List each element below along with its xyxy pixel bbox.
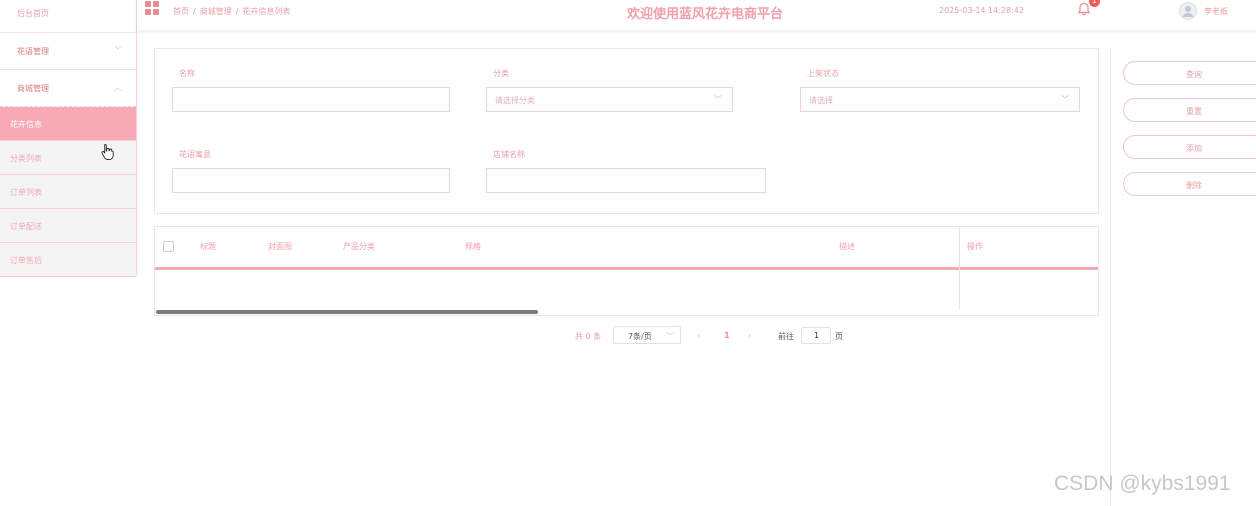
username[interactable]: 李老板	[1204, 6, 1228, 17]
sidebar-item-label: 订单售后	[10, 256, 42, 265]
chevron-up-icon: ︿	[114, 83, 122, 92]
shop-label: 店铺名称	[493, 150, 525, 159]
page-size-select[interactable]: 7条/页 ﹀	[613, 326, 681, 344]
goto-unit-label: 页	[835, 332, 843, 341]
select-all-checkbox[interactable]	[163, 241, 174, 252]
status-label: 上架状态	[807, 69, 839, 78]
status-select[interactable]: 请选择 ﹀	[800, 87, 1080, 112]
breadcrumb-current: 花卉信息列表	[242, 7, 291, 16]
sidebar-item-label: 订单列表	[10, 188, 42, 197]
hand-cursor-icon	[101, 144, 114, 161]
name-label: 名称	[179, 69, 195, 78]
sidebar-item-flower-info[interactable]: 花卉信息	[0, 107, 136, 141]
sidebar-menu-flower-language[interactable]: 花语管理 ﹀	[0, 32, 136, 70]
sidebar-menu-label: 商城管理	[17, 84, 49, 93]
sidebar-item-label: 订单配送	[10, 222, 42, 231]
top-header: 首页 / 商城管理 / 花卉信息列表 欢迎使用蓝风花卉电商平台 2025-03-14 1…	[137, 0, 1256, 30]
page-title: 欢迎使用蓝风花卉电商平台	[627, 7, 784, 22]
breadcrumb-separator: /	[235, 7, 239, 16]
category-placeholder: 请选择分类	[495, 96, 535, 105]
table-header: 标题 封面图 产品分类 规格 描述 操作	[155, 227, 1098, 270]
column-header-spec: 规格	[465, 242, 481, 251]
scrollbar-thumb[interactable]	[156, 310, 538, 314]
pagination-total: 共 0 条	[575, 332, 602, 341]
sidebar-item-order-delivery[interactable]: 订单配送	[0, 209, 136, 243]
category-select[interactable]: 请选择分类 ﹀	[486, 87, 733, 112]
datetime-display: 2025-03-14 14:28:42	[939, 6, 1024, 15]
status-placeholder: 请选择	[809, 96, 833, 105]
column-header-description: 描述	[839, 242, 855, 251]
category-label: 分类	[493, 69, 509, 78]
goto-label: 前往	[778, 332, 794, 341]
chevron-down-icon: ﹀	[114, 46, 122, 55]
data-table: 标题 封面图 产品分类 规格 描述 操作	[154, 226, 1099, 316]
chevron-down-icon: ﹀	[714, 95, 722, 104]
column-header-cover: 封面图	[268, 242, 292, 251]
page-number-current[interactable]: 1	[724, 331, 730, 340]
column-header-category: 产品分类	[343, 242, 375, 251]
notification-badge: 1	[1089, 0, 1100, 7]
breadcrumb-home[interactable]: 首页	[173, 7, 189, 16]
column-header-actions: 操作	[967, 242, 983, 251]
breadcrumb-separator: /	[193, 7, 196, 16]
reset-button[interactable]: 重置	[1123, 98, 1256, 122]
menu-grid-icon[interactable]	[145, 1, 159, 15]
goto-page-input[interactable]: 1	[801, 327, 831, 344]
sidebar-item-label: 分类列表	[10, 154, 42, 163]
filter-panel: 名称 分类 请选择分类 ﹀ 上架状态 请选择 ﹀ 花语寓意 店铺名称	[154, 48, 1099, 214]
sidebar-item-home[interactable]: 后台首页	[17, 8, 49, 19]
shop-input[interactable]	[486, 168, 766, 193]
meaning-input[interactable]	[172, 168, 450, 193]
name-input[interactable]	[172, 87, 450, 112]
avatar[interactable]	[1179, 2, 1197, 20]
sidebar-item-after-sales[interactable]: 订单售后	[0, 243, 136, 277]
column-header-title: 标题	[200, 242, 216, 251]
sidebar: 后台首页 花语管理 ﹀ 商城管理 ︿ 花卉信息 分类列表 订单列表 订单配送 订…	[0, 0, 137, 277]
chevron-down-icon: ﹀	[1061, 95, 1069, 104]
sidebar-item-order-list[interactable]: 订单列表	[0, 175, 136, 209]
sidebar-menu-mall[interactable]: 商城管理 ︿	[0, 69, 136, 107]
action-panel: 查询 重置 添加 删除	[1110, 48, 1256, 506]
chevron-down-icon: ﹀	[666, 332, 674, 341]
add-button[interactable]: 添加	[1123, 135, 1256, 159]
prev-page-button[interactable]: ‹	[697, 331, 700, 340]
breadcrumb: 首页 / 商城管理 / 花卉信息列表	[173, 6, 290, 17]
next-page-button[interactable]: ›	[748, 331, 751, 340]
sidebar-item-label: 花卉信息	[10, 120, 42, 129]
sidebar-menu-label: 花语管理	[17, 47, 49, 56]
breadcrumb-mall[interactable]: 商城管理	[200, 7, 232, 16]
meaning-label: 花语寓意	[179, 150, 211, 159]
column-divider	[959, 227, 960, 315]
search-button[interactable]: 查询	[1123, 61, 1256, 85]
delete-button[interactable]: 删除	[1123, 172, 1256, 196]
watermark: CSDN @kybs1991	[1054, 472, 1231, 495]
